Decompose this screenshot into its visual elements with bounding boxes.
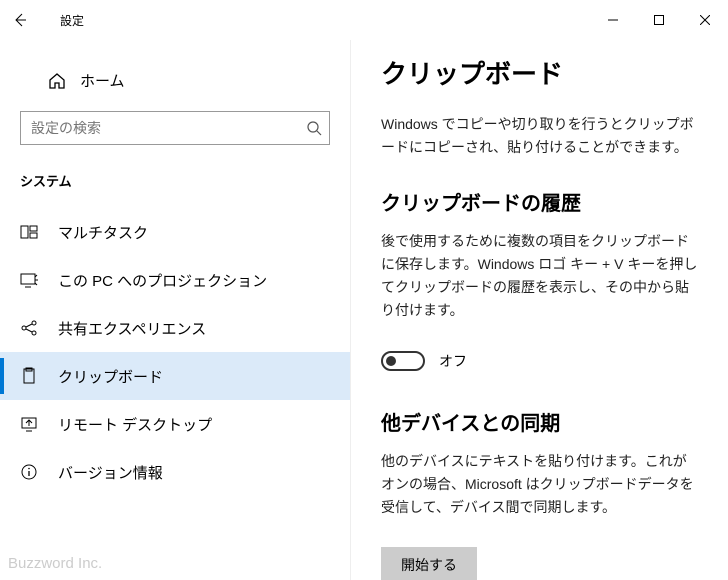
sidebar-item-label: この PC へのプロジェクション	[58, 270, 267, 291]
sidebar-item-remote-desktop[interactable]: リモート デスクトップ	[0, 400, 350, 448]
sidebar-item-multitask[interactable]: マルチタスク	[0, 208, 350, 256]
sidebar-item-about[interactable]: バージョン情報	[0, 448, 350, 496]
titlebar: 設定	[0, 0, 728, 40]
back-button[interactable]	[0, 0, 40, 40]
sidebar-item-label: マルチタスク	[58, 222, 148, 243]
history-desc: 後で使用するために複数の項目をクリップボードに保存します。Windows ロゴ …	[381, 230, 698, 322]
share-icon	[20, 319, 38, 337]
minimize-button[interactable]	[590, 4, 636, 36]
info-icon	[20, 463, 38, 481]
minimize-icon	[608, 15, 618, 25]
sync-heading: 他デバイスとの同期	[381, 407, 698, 436]
window-title: 設定	[60, 12, 84, 29]
sidebar: ホーム システム マルチタスク この PC へのプロジェクション	[0, 40, 350, 580]
close-icon	[700, 15, 710, 25]
home-label: ホーム	[80, 70, 125, 91]
sidebar-item-projection[interactable]: この PC へのプロジェクション	[0, 256, 350, 304]
history-toggle[interactable]	[381, 351, 425, 371]
home-icon	[48, 72, 66, 90]
multitask-icon	[20, 223, 38, 241]
sidebar-item-shared-experiences[interactable]: 共有エクスペリエンス	[0, 304, 350, 352]
sync-desc: 他のデバイスにテキストを貼り付けます。これがオンの場合、Microsoft はク…	[381, 450, 698, 519]
section-label: システム	[0, 161, 350, 208]
history-heading: クリップボードの履歴	[381, 187, 698, 216]
sidebar-item-label: 共有エクスペリエンス	[58, 318, 206, 339]
maximize-button[interactable]	[636, 4, 682, 36]
sidebar-item-label: クリップボード	[58, 366, 163, 387]
remote-desktop-icon	[20, 415, 38, 433]
arrow-left-icon	[12, 12, 28, 28]
sync-start-button[interactable]: 開始する	[381, 547, 477, 580]
maximize-icon	[654, 15, 664, 25]
close-button[interactable]	[682, 4, 728, 36]
home-button[interactable]: ホーム	[0, 60, 350, 111]
sidebar-item-label: バージョン情報	[58, 462, 163, 483]
sidebar-item-clipboard[interactable]: クリップボード	[0, 352, 350, 400]
page-title: クリップボード	[381, 54, 698, 91]
projection-icon	[20, 271, 38, 289]
clipboard-icon	[20, 367, 38, 385]
intro-text: Windows でコピーや切り取りを行うとクリップボードにコピーされ、貼り付ける…	[381, 113, 698, 159]
history-toggle-label: オフ	[439, 351, 467, 371]
content-pane: クリップボード Windows でコピーや切り取りを行うとクリップボードにコピー…	[350, 40, 728, 580]
search-input[interactable]	[20, 111, 330, 145]
sidebar-item-label: リモート デスクトップ	[58, 414, 212, 435]
